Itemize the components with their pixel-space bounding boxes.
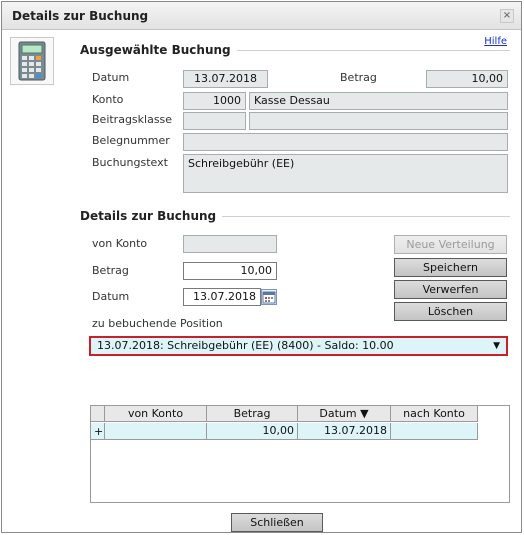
konto-label: Konto <box>92 93 124 106</box>
konto-number-field: 1000 <box>183 92 246 110</box>
calendar-icon[interactable] <box>261 289 277 305</box>
position-label: zu bebuchende Position <box>92 317 223 330</box>
loeschen-button[interactable]: Löschen <box>394 302 507 321</box>
cell-nach-konto[interactable] <box>391 423 478 440</box>
von-konto-input <box>183 235 277 253</box>
belegnummer-field <box>183 133 508 151</box>
section-title-selected: Ausgewählte Buchung <box>80 43 237 57</box>
column-header-nach-konto[interactable]: nach Konto <box>391 406 478 422</box>
section-title-details: Details zur Buchung <box>80 209 223 223</box>
table-header: von Konto Betrag Datum ▼ nach Konto <box>91 406 478 422</box>
position-select[interactable]: 13.07.2018: Schreibgebühr (EE) (8400) - … <box>89 336 508 356</box>
column-header-betrag[interactable]: Betrag <box>207 406 298 422</box>
belegnummer-label: Belegnummer <box>92 134 170 147</box>
close-button[interactable]: Schließen <box>231 513 323 532</box>
table-row[interactable]: + 10,00 13.07.2018 <box>91 423 478 440</box>
verwerfen-button[interactable]: Verwerfen <box>394 280 507 299</box>
chevron-down-icon: ▼ <box>493 341 500 351</box>
betrag-readonly-field: 10,00 <box>426 70 508 88</box>
buchungstext-label: Buchungstext <box>92 156 168 169</box>
buchungstext-field: Schreibgebühr (EE) <box>183 154 508 193</box>
position-select-value: 13.07.2018: Schreibgebühr (EE) (8400) - … <box>97 339 394 352</box>
distribution-table: von Konto Betrag Datum ▼ nach Konto + 10… <box>90 405 510 503</box>
betrag-input[interactable]: 10,00 <box>183 262 277 280</box>
neue-verteilung-button[interactable]: Neue Verteilung <box>394 235 507 254</box>
column-header-von-konto[interactable]: von Konto <box>105 406 207 422</box>
von-konto-label: von Konto <box>92 237 148 250</box>
column-header-datum[interactable]: Datum ▼ <box>298 406 391 422</box>
close-icon[interactable]: × <box>500 9 514 23</box>
konto-name-field: Kasse Dessau <box>249 92 508 110</box>
row-marker-header <box>91 406 105 422</box>
betrag-label: Betrag <box>340 71 377 84</box>
betrag-input-label: Betrag <box>92 264 129 277</box>
row-add-marker[interactable]: + <box>91 423 105 440</box>
beitragsklasse-label: Beitragsklasse <box>92 113 173 126</box>
speichern-button[interactable]: Speichern <box>394 258 507 277</box>
datum-readonly-field: 13.07.2018 <box>183 70 268 88</box>
datum-input-label: Datum <box>92 290 130 303</box>
datum-label: Datum <box>92 71 130 84</box>
dialog-title: Details zur Buchung <box>12 9 149 23</box>
cell-von-konto[interactable] <box>105 423 207 440</box>
beitragsklasse-field <box>183 112 246 130</box>
cell-datum[interactable]: 13.07.2018 <box>298 423 391 440</box>
title-bar[interactable]: Details zur Buchung × <box>2 2 521 30</box>
beitragsklasse-desc-field <box>249 112 508 130</box>
calculator-icon <box>10 37 54 85</box>
help-link[interactable]: Hilfe <box>484 36 507 47</box>
cell-betrag[interactable]: 10,00 <box>207 423 298 440</box>
datum-input[interactable]: 13.07.2018 <box>183 288 261 306</box>
details-dialog: Details zur Buchung × Hilfe Ausgewählte … <box>1 1 522 533</box>
